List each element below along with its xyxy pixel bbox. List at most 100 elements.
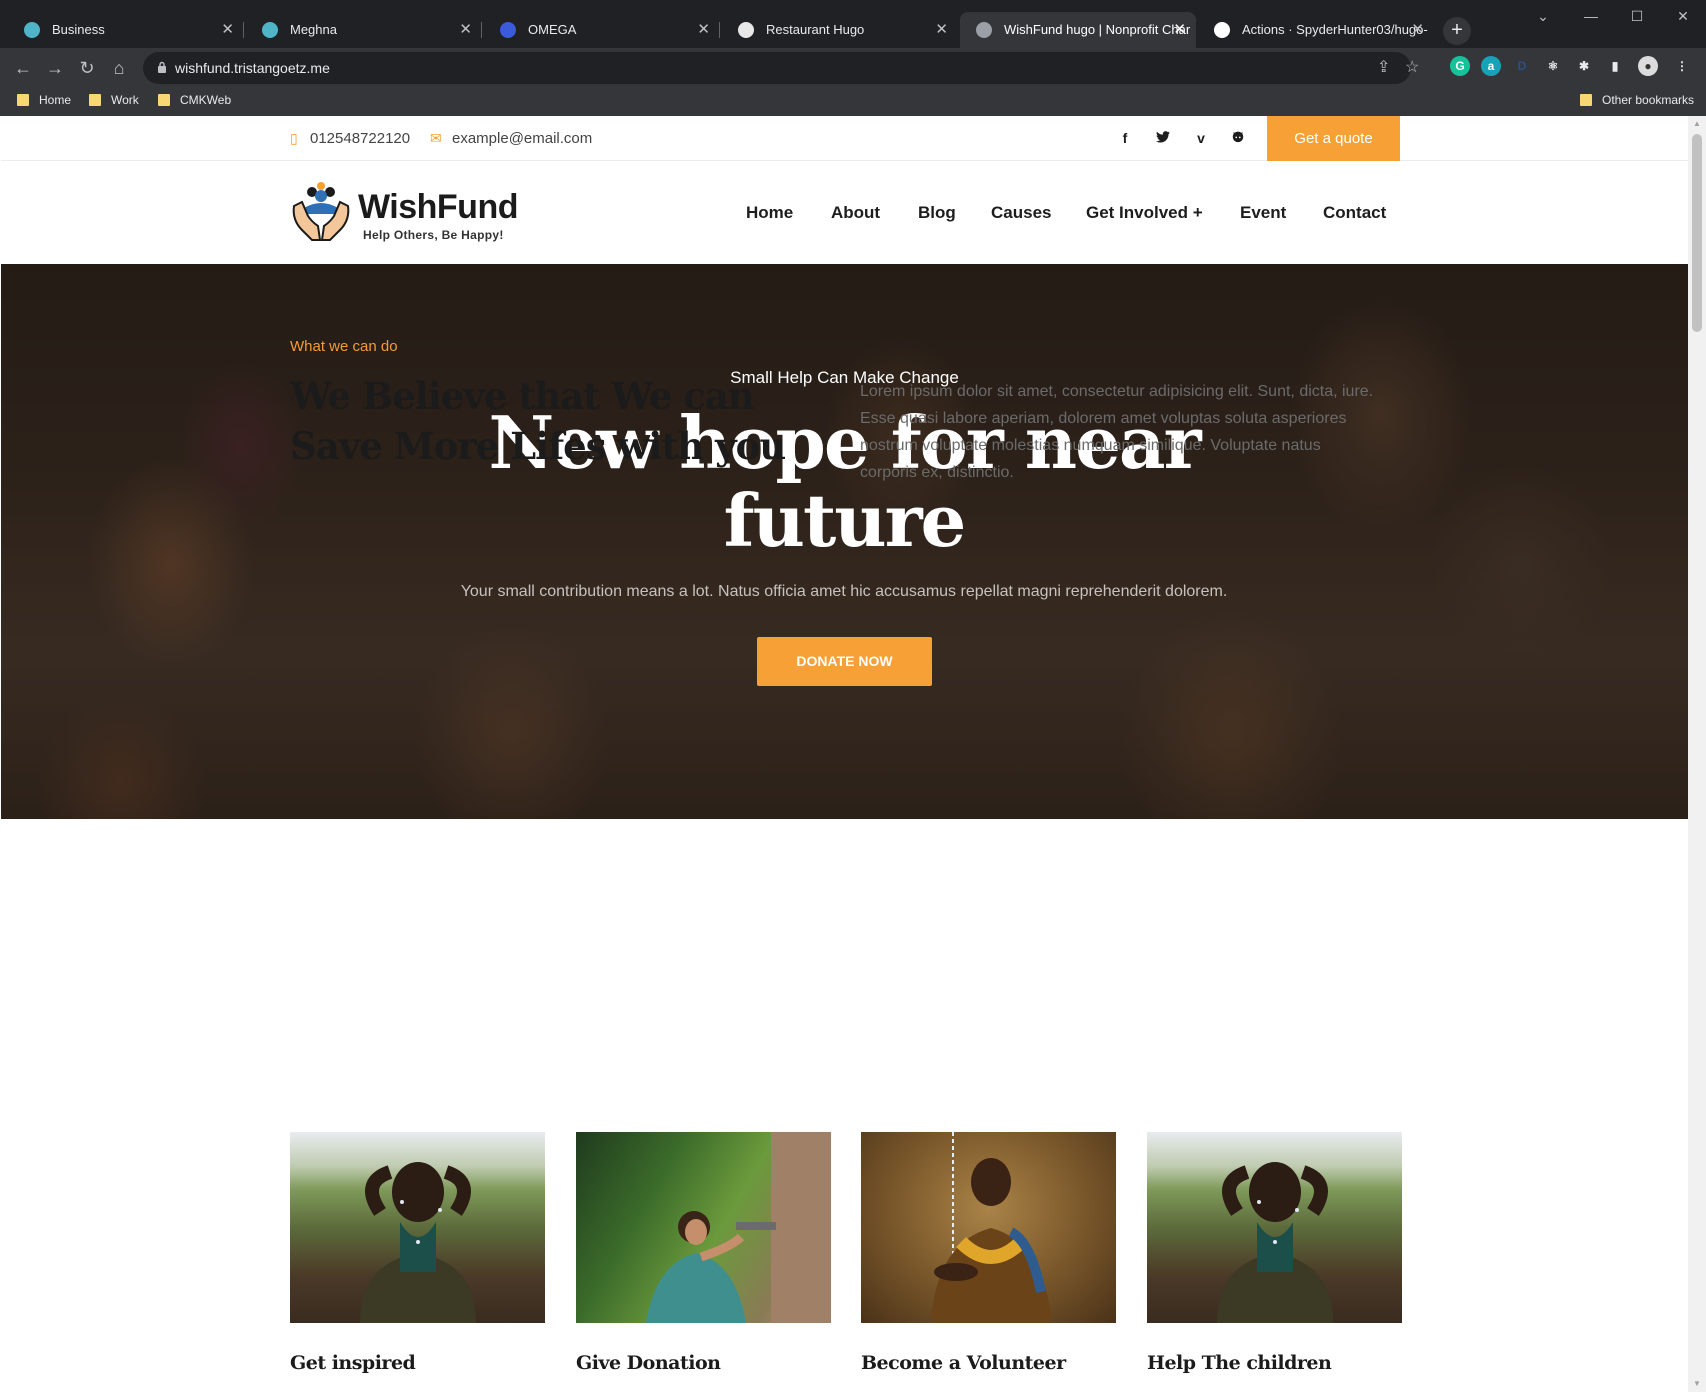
tab-title: OMEGA: [528, 22, 577, 37]
tab-title: Business: [52, 22, 105, 37]
bookmarks-bar: Home Work CMKWeb Other bookmarks: [0, 86, 1706, 114]
url-text: wishfund.tristangoetz.me: [175, 60, 330, 76]
profile-avatar[interactable]: ●: [1638, 56, 1658, 76]
new-tab-button[interactable]: +: [1443, 17, 1471, 45]
card-image: [861, 1132, 1116, 1323]
folder-icon: [1580, 94, 1592, 106]
tab-restaurant-hugo[interactable]: Restaurant Hugo ✕: [722, 12, 958, 48]
tab-title: WishFund hugo | Nonprofit Char: [1004, 22, 1191, 37]
grammarly-icon[interactable]: G: [1450, 56, 1470, 76]
reload-icon[interactable]: ↻: [72, 53, 102, 83]
back-icon[interactable]: ←: [8, 53, 38, 83]
nav-blog[interactable]: Blog: [918, 161, 956, 264]
section-title: We Believe that We can Save More Lifes w…: [290, 374, 786, 468]
bookmark-cmkweb[interactable]: CMKWeb: [158, 86, 231, 114]
forward-icon[interactable]: →: [40, 53, 70, 83]
tab-omega[interactable]: OMEGA ✕: [484, 12, 720, 48]
bookmark-home[interactable]: Home: [17, 86, 71, 114]
top-bar: ▯ 012548722120 ✉ example@email.com f v G…: [1, 116, 1688, 161]
extension-a-icon[interactable]: a: [1481, 56, 1501, 76]
home-icon[interactable]: ⌂: [104, 53, 134, 83]
close-tab-icon[interactable]: ✕: [935, 12, 948, 48]
react-devtools-icon[interactable]: ⚛: [1543, 56, 1563, 76]
nav-causes[interactable]: Causes: [991, 161, 1051, 264]
phone-contact[interactable]: ▯ 012548722120: [290, 116, 410, 161]
nav-contact[interactable]: Contact: [1323, 161, 1386, 264]
folder-icon: [17, 94, 29, 106]
hero-description: Your small contribution means a lot. Nat…: [460, 583, 1228, 600]
github-icon: [1214, 22, 1230, 38]
tab-meghna[interactable]: Meghna ✕: [246, 12, 482, 48]
card-get-inspired[interactable]: Get inspired: [290, 1132, 545, 1374]
phone-number: 012548722120: [310, 130, 411, 147]
card-title: Get inspired: [290, 1352, 416, 1374]
tab-business[interactable]: Business ✕: [8, 12, 244, 48]
scroll-down-icon[interactable]: ▼: [1688, 1376, 1706, 1392]
nav-event[interactable]: Event: [1240, 161, 1286, 264]
folder-icon: [89, 94, 101, 106]
card-help-the-children[interactable]: Help The children: [1147, 1132, 1402, 1374]
nav-get-involved[interactable]: Get Involved +: [1086, 161, 1203, 264]
scrollbar-thumb[interactable]: [1692, 134, 1702, 332]
other-bookmarks[interactable]: Other bookmarks: [1580, 86, 1694, 114]
email-contact[interactable]: ✉ example@email.com: [430, 116, 592, 161]
browser-toolbar: ← → ↻ ⌂ wishfund.tristangoetz.me ⇪ ☆ G a…: [0, 48, 1706, 88]
email-address: example@email.com: [452, 130, 593, 147]
extensions-puzzle-icon[interactable]: ✱: [1574, 56, 1594, 76]
section-description: Lorem ipsum dolor sit amet, consectetur …: [860, 383, 1374, 481]
tab-title: Restaurant Hugo: [766, 22, 865, 37]
site-favicon-icon: [24, 22, 40, 38]
twitter-icon[interactable]: [1153, 128, 1173, 148]
tab-strip: Business ✕ Meghna ✕ OMEGA ✕ Restaurant H…: [0, 0, 1706, 48]
bookmark-label: CMKWeb: [180, 93, 232, 107]
vimeo-icon[interactable]: v: [1191, 128, 1211, 148]
get-a-quote-button[interactable]: Get a quote: [1267, 116, 1400, 161]
tab-github-actions[interactable]: Actions · SpyderHunter03/hugo- ✕: [1198, 12, 1434, 48]
share-icon[interactable]: ⇪: [1377, 52, 1390, 84]
maximize-button[interactable]: ☐: [1614, 0, 1660, 32]
tab-wishfund[interactable]: WishFund hugo | Nonprofit Char ✕: [960, 12, 1196, 48]
site-favicon-icon: [262, 22, 278, 38]
hands-heart-logo-icon: [292, 182, 350, 241]
facebook-icon[interactable]: f: [1115, 128, 1135, 148]
tab-title: Actions · SpyderHunter03/hugo-: [1242, 22, 1428, 37]
nav-about[interactable]: About: [831, 161, 880, 264]
close-tab-icon[interactable]: ✕: [459, 12, 472, 48]
extension-d-icon[interactable]: D: [1512, 56, 1532, 76]
card-title: Give Donation: [576, 1352, 721, 1374]
card-image: [290, 1132, 545, 1323]
close-tab-icon[interactable]: ✕: [221, 12, 234, 48]
address-bar[interactable]: wishfund.tristangoetz.me ⇪ ☆: [143, 52, 1419, 84]
globe-icon: [976, 22, 992, 38]
what-we-can-do-section: [1, 819, 1688, 1392]
site-logo[interactable]: WishFund Help Others, Be Happy!: [290, 178, 530, 244]
page-scrollbar[interactable]: ▲ ▼: [1688, 116, 1706, 1392]
github-icon[interactable]: [1228, 128, 1248, 148]
phone-icon: ▯: [290, 130, 298, 146]
tab-title: Meghna: [290, 22, 337, 37]
tab-search-icon[interactable]: ⌄: [1520, 0, 1566, 32]
browser-menu-icon[interactable]: ⋮: [1672, 56, 1692, 76]
bookmark-work[interactable]: Work: [89, 86, 139, 114]
scroll-up-icon[interactable]: ▲: [1688, 116, 1706, 132]
nav-home[interactable]: Home: [746, 161, 793, 264]
close-tab-icon[interactable]: ✕: [697, 12, 710, 48]
close-tab-icon[interactable]: ✕: [1173, 12, 1186, 48]
bookmark-star-icon[interactable]: ☆: [1405, 52, 1419, 84]
donate-now-button[interactable]: DONATE NOW: [757, 637, 932, 686]
tab-separator: [481, 22, 482, 38]
tab-separator: [243, 22, 244, 38]
card-become-volunteer[interactable]: Become a Volunteer: [861, 1132, 1116, 1374]
web-page: ▯ 012548722120 ✉ example@email.com f v G…: [1, 116, 1688, 1392]
bookmark-label: Work: [111, 93, 139, 107]
side-panel-icon[interactable]: ▮: [1605, 56, 1625, 76]
tab-separator: [719, 22, 720, 38]
card-give-donation[interactable]: Give Donation: [576, 1132, 831, 1374]
close-window-button[interactable]: ✕: [1660, 0, 1706, 32]
card-image: [576, 1132, 831, 1323]
lock-icon: [158, 61, 166, 73]
minimize-button[interactable]: —: [1568, 0, 1614, 32]
site-header: WishFund Help Others, Be Happy! Home Abo…: [1, 161, 1688, 264]
close-tab-icon[interactable]: ✕: [1411, 12, 1424, 48]
hero-banner: Small Help Can Make Change New hope for …: [1, 264, 1688, 819]
